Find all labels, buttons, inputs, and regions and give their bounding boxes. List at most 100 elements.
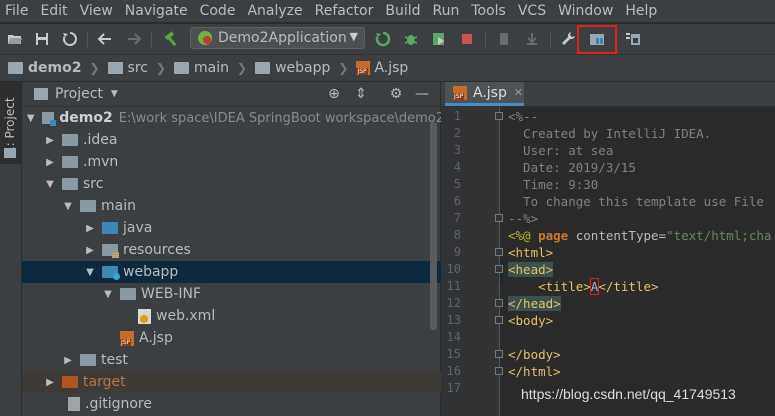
menu-run[interactable]: Run <box>427 3 466 19</box>
back-arrow-icon[interactable] <box>94 28 116 50</box>
run-configuration-dropdown[interactable]: Demo2Application ▼ <box>190 27 365 49</box>
line-number: 7 <box>453 211 461 225</box>
expand-arrow-icon[interactable]: ▼ <box>26 113 36 124</box>
folder-icon <box>80 200 96 212</box>
line-number: 1 <box>453 109 461 123</box>
breadcrumb-item-main[interactable]: main ❯ <box>166 60 247 76</box>
excluded-folder-icon <box>62 376 78 388</box>
breadcrumb-item-webapp[interactable]: webapp ❯ <box>247 60 348 76</box>
locate-target-icon[interactable]: ⊕ <box>326 86 342 102</box>
tree-item-idea[interactable]: ▶ .idea <box>22 129 462 151</box>
tree-item-main[interactable]: ▼ main <box>22 195 480 217</box>
collapse-all-icon[interactable]: ⇕ <box>353 86 369 102</box>
menu-refactor[interactable]: Refactor <box>309 3 380 19</box>
stop-icon[interactable] <box>456 28 478 50</box>
line-number: 6 <box>453 194 461 208</box>
line-number: 10 <box>446 262 461 276</box>
forward-arrow-icon[interactable] <box>123 28 145 50</box>
chevron-right-icon: ❯ <box>338 61 349 75</box>
line-number: 11 <box>446 279 461 293</box>
sync-icon[interactable] <box>59 28 81 50</box>
code-line: </head> <box>508 296 561 311</box>
jsp-file-icon <box>356 61 371 75</box>
folder-icon <box>4 148 16 158</box>
jsp-file-icon <box>453 85 467 100</box>
folder-icon <box>34 88 48 100</box>
tree-item-test[interactable]: ▶ test <box>22 349 480 371</box>
tree-item-demo2[interactable]: ▼ demo2 E:\work space\IDEA SpringBoot wo… <box>22 107 444 129</box>
menu-edit[interactable]: Edit <box>34 3 73 19</box>
collapse-arrow-icon[interactable]: ▶ <box>44 157 56 168</box>
open-folder-icon[interactable] <box>4 28 26 50</box>
code-line: <body> <box>508 313 554 328</box>
coverage-icon[interactable] <box>428 28 450 50</box>
code-line: <%@ page contentType="text/html;cha <box>508 228 772 243</box>
menu-vcs[interactable]: VCS <box>512 3 552 19</box>
collapse-arrow-icon[interactable]: ▶ <box>62 355 74 366</box>
folder-icon <box>62 156 78 168</box>
menu-build[interactable]: Build <box>379 3 426 19</box>
editor-gutter: 1 2 3 4 5 6 7 8 9 10 11 12 13 14 15 16 1… <box>441 107 503 416</box>
line-number: 5 <box>453 177 461 191</box>
line-number: 8 <box>453 228 461 242</box>
expand-arrow-icon[interactable]: ▼ <box>44 179 56 190</box>
toolbar-separator <box>87 31 88 47</box>
breadcrumb-item-src[interactable]: src ❯ <box>100 60 166 76</box>
chevron-down-icon[interactable]: ▼ <box>111 89 118 99</box>
menu-file[interactable]: File <box>0 3 34 19</box>
rerun-icon[interactable] <box>372 28 394 50</box>
collapse-arrow-icon[interactable]: ▶ <box>44 377 56 388</box>
collapse-arrow-icon[interactable]: ▶ <box>84 223 96 234</box>
code-editor[interactable]: <%-- Created by IntelliJ IDEA. User: at … <box>500 107 775 416</box>
editor-tab-a-jsp[interactable]: A.jsp ✕ <box>445 82 524 106</box>
folder-icon <box>120 288 136 300</box>
collapse-arrow-icon[interactable]: ▶ <box>84 245 96 256</box>
left-tool-strip: 1: Project <box>0 82 22 416</box>
build-hammer-icon[interactable] <box>160 28 182 50</box>
folder-icon <box>62 178 78 190</box>
highlight-box <box>577 25 617 54</box>
settings-wrench-icon[interactable] <box>557 28 579 50</box>
menu-analyze[interactable]: Analyze <box>241 3 308 19</box>
tree-item-gitignore[interactable]: .gitignore <box>22 393 480 415</box>
menu-code[interactable]: Code <box>194 3 242 19</box>
close-icon[interactable]: ✕ <box>514 86 523 99</box>
project-path: E:\work space\IDEA SpringBoot workspace\… <box>118 110 444 126</box>
folder-icon <box>62 134 78 146</box>
project-panel-title[interactable]: Project <box>55 86 103 102</box>
line-number: 9 <box>453 245 461 259</box>
web-folder-icon <box>102 266 120 280</box>
sdk-manager-icon[interactable] <box>622 28 644 50</box>
menu-window[interactable]: Window <box>552 3 619 19</box>
tree-item-src[interactable]: ▼ src <box>22 173 462 195</box>
project-scrollbar[interactable] <box>430 122 437 330</box>
expand-arrow-icon[interactable]: ▼ <box>62 201 74 212</box>
tree-item-mvn[interactable]: ▶ .mvn <box>22 151 462 173</box>
menu-tools[interactable]: Tools <box>465 3 512 19</box>
gear-icon[interactable]: ⚙ <box>388 86 404 102</box>
xml-file-icon <box>138 308 151 324</box>
text-file-icon <box>68 397 80 411</box>
save-icon[interactable] <box>31 28 53 50</box>
vcs-commit-icon[interactable] <box>521 28 543 50</box>
breadcrumb-item-demo2[interactable]: demo2 ❯ <box>0 60 100 76</box>
watermark: https://blog.csdn.net/qq_41749513 <box>521 386 736 402</box>
expand-arrow-icon[interactable]: ▼ <box>102 289 114 300</box>
folder-icon <box>174 62 190 74</box>
line-number: 4 <box>453 160 461 174</box>
line-number: 3 <box>453 143 461 157</box>
hide-panel-icon[interactable]: — <box>414 86 430 102</box>
tree-item-target[interactable]: ▶ target <box>22 371 462 393</box>
menu-navigate[interactable]: Navigate <box>119 3 194 19</box>
folder-icon <box>107 62 123 74</box>
menu-help[interactable]: Help <box>619 3 663 19</box>
debug-bug-icon[interactable] <box>400 28 422 50</box>
code-line: </body> <box>508 347 561 362</box>
menu-view[interactable]: View <box>74 3 119 19</box>
project-tool-window-tab[interactable]: 1: Project <box>0 82 21 164</box>
breadcrumb-item-a-jsp[interactable]: A.jsp <box>348 60 408 76</box>
module-folder-icon <box>41 112 56 126</box>
vcs-update-icon[interactable] <box>493 28 515 50</box>
collapse-arrow-icon[interactable]: ▶ <box>44 135 56 146</box>
expand-arrow-icon[interactable]: ▼ <box>84 267 96 278</box>
